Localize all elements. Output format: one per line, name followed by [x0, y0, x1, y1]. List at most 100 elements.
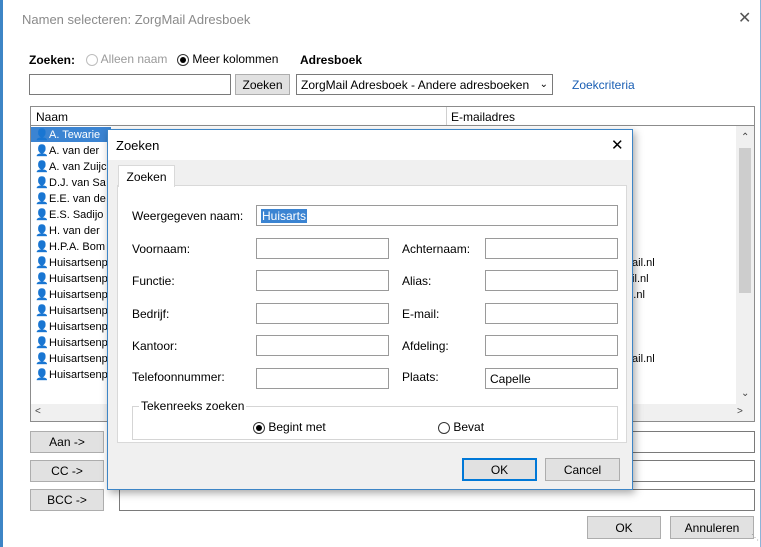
list-item-name: Huisartsenp [49, 352, 108, 365]
list-item-name: H.P.A. Bom [49, 240, 106, 253]
radio-name-only[interactable]: Alleen naam [86, 52, 167, 66]
search-button[interactable]: Zoeken [235, 74, 290, 95]
list-item-name: Huisartsenp [49, 288, 108, 301]
list-item-name: E.S. Sadijo [49, 208, 104, 221]
tab-search[interactable]: Zoeken [118, 165, 175, 187]
dialog-titlebar: Zoeken ✕ [108, 130, 632, 160]
dialog-title: Zoeken [116, 138, 160, 153]
column-header-email[interactable]: E-mailadres [451, 110, 515, 124]
radio-selected-icon [253, 421, 265, 434]
office-input[interactable] [256, 335, 389, 356]
department-label: Afdeling: [402, 339, 449, 353]
search-label: Zoeken: [29, 53, 76, 67]
column-header-name[interactable]: Naam [36, 110, 68, 124]
person-icon: 👤 [35, 241, 49, 253]
alias-input[interactable] [485, 270, 618, 291]
email-label: E-mail: [402, 307, 440, 321]
radio-begins-with[interactable]: Begint met [253, 420, 326, 434]
function-label: Functie: [132, 274, 175, 288]
display-name-label: Weergegeven naam: [132, 209, 244, 223]
bcc-field[interactable] [119, 489, 755, 511]
scroll-down-icon[interactable]: ⌄ [741, 388, 749, 399]
person-icon: 👤 [35, 209, 49, 221]
list-item[interactable]: 👤 A. Tewarie [31, 127, 111, 142]
person-icon: 👤 [35, 161, 49, 173]
radio-circle-icon [438, 421, 450, 434]
cancel-button[interactable]: Annuleren [670, 516, 754, 539]
window-close-icon[interactable]: ✕ [738, 8, 751, 28]
person-icon: 👤 [35, 305, 49, 317]
radio-more-columns[interactable]: Meer kolommen [177, 52, 278, 66]
window-title: Namen selecteren: ZorgMail Adresboek [22, 12, 251, 27]
search-tab-panel: Weergegeven naam: Huisarts Voornaam: Fun… [117, 185, 627, 443]
person-icon: 👤 [35, 337, 49, 349]
list-header: Naam E-mailadres [30, 106, 755, 126]
scroll-up-icon[interactable]: ⌃ [741, 132, 749, 143]
string-search-group: Tekenreeks zoeken Begint met Bevat [132, 399, 618, 440]
search-input[interactable] [29, 74, 231, 95]
vertical-scrollbar[interactable]: ⌃ ⌄ [736, 126, 754, 404]
last-name-input[interactable] [485, 238, 618, 259]
cc-button[interactable]: CC -> [30, 460, 104, 482]
scroll-right-icon[interactable]: > [737, 406, 743, 417]
person-icon: 👤 [35, 257, 49, 269]
scrollbar-thumb[interactable] [739, 148, 751, 293]
to-button[interactable]: Aan -> [30, 431, 104, 453]
person-icon: 👤 [35, 289, 49, 301]
first-name-input[interactable] [256, 238, 389, 259]
radio-contains-label: Bevat [453, 420, 485, 434]
phone-input[interactable] [256, 368, 389, 389]
company-label: Bedrijf: [132, 307, 170, 321]
phone-label: Telefoonnummer: [132, 370, 225, 384]
person-icon: 👤 [35, 177, 49, 189]
radio-more-columns-label: Meer kolommen [192, 52, 279, 66]
bcc-button[interactable]: BCC -> [30, 489, 104, 511]
radio-name-only-label: Alleen naam [100, 52, 168, 66]
addressbook-label: Adresboek [300, 53, 363, 67]
city-input[interactable]: Capelle [485, 368, 618, 389]
ok-button[interactable]: OK [587, 516, 661, 539]
first-name-label: Voornaam: [132, 242, 191, 256]
alias-label: Alias: [402, 274, 432, 288]
radio-circle-icon [86, 53, 98, 66]
display-name-input[interactable]: Huisarts [256, 205, 618, 226]
list-item-name: Huisartsenp [49, 256, 108, 269]
list-item-name: Huisartsenp [49, 320, 108, 333]
list-item-name: Huisartsenp [49, 272, 108, 285]
list-item-name: H. van der [49, 224, 100, 237]
scroll-left-icon[interactable]: < [35, 406, 41, 417]
list-item-name: Huisartsenp [49, 368, 108, 381]
dialog-close-icon[interactable]: ✕ [611, 136, 624, 154]
column-divider [446, 107, 447, 125]
person-icon: 👤 [35, 129, 49, 141]
search-dialog: Zoeken ✕ Zoeken Weergegeven naam: Huisar… [107, 129, 633, 490]
company-input[interactable] [256, 303, 389, 324]
list-item-name: Huisartsenp [49, 336, 108, 349]
email-input[interactable] [485, 303, 618, 324]
city-label: Plaats: [402, 370, 439, 384]
person-icon: 👤 [35, 193, 49, 205]
chevron-down-icon: ⌄ [539, 79, 548, 90]
radio-begins-with-label: Begint met [268, 420, 326, 434]
addressbook-selected-value: ZorgMail Adresboek - Andere adresboeken [301, 77, 530, 92]
list-item-name: E.E. van de [49, 192, 106, 205]
list-item-name: D.J. van Sa [49, 176, 106, 189]
search-criteria-link[interactable]: Zoekcriteria [572, 78, 635, 92]
department-input[interactable] [485, 335, 618, 356]
resize-grip-icon[interactable]: ⋱ [751, 533, 759, 542]
last-name-label: Achternaam: [402, 242, 471, 256]
radio-contains[interactable]: Bevat [438, 420, 484, 434]
dialog-ok-button[interactable]: OK [462, 458, 537, 481]
display-name-value: Huisarts [261, 208, 308, 223]
list-item-name: Huisartsenp [49, 304, 108, 317]
dialog-cancel-button[interactable]: Cancel [545, 458, 620, 481]
person-icon: 👤 [35, 145, 49, 157]
list-item-name: A. van der [49, 144, 100, 157]
person-icon: 👤 [35, 321, 49, 333]
addressbook-select[interactable]: ZorgMail Adresboek - Andere adresboeken … [296, 74, 553, 95]
function-input[interactable] [256, 270, 389, 291]
person-icon: 👤 [35, 273, 49, 285]
person-icon: 👤 [35, 369, 49, 381]
office-label: Kantoor: [132, 339, 178, 353]
string-search-group-label: Tekenreeks zoeken [139, 399, 247, 413]
